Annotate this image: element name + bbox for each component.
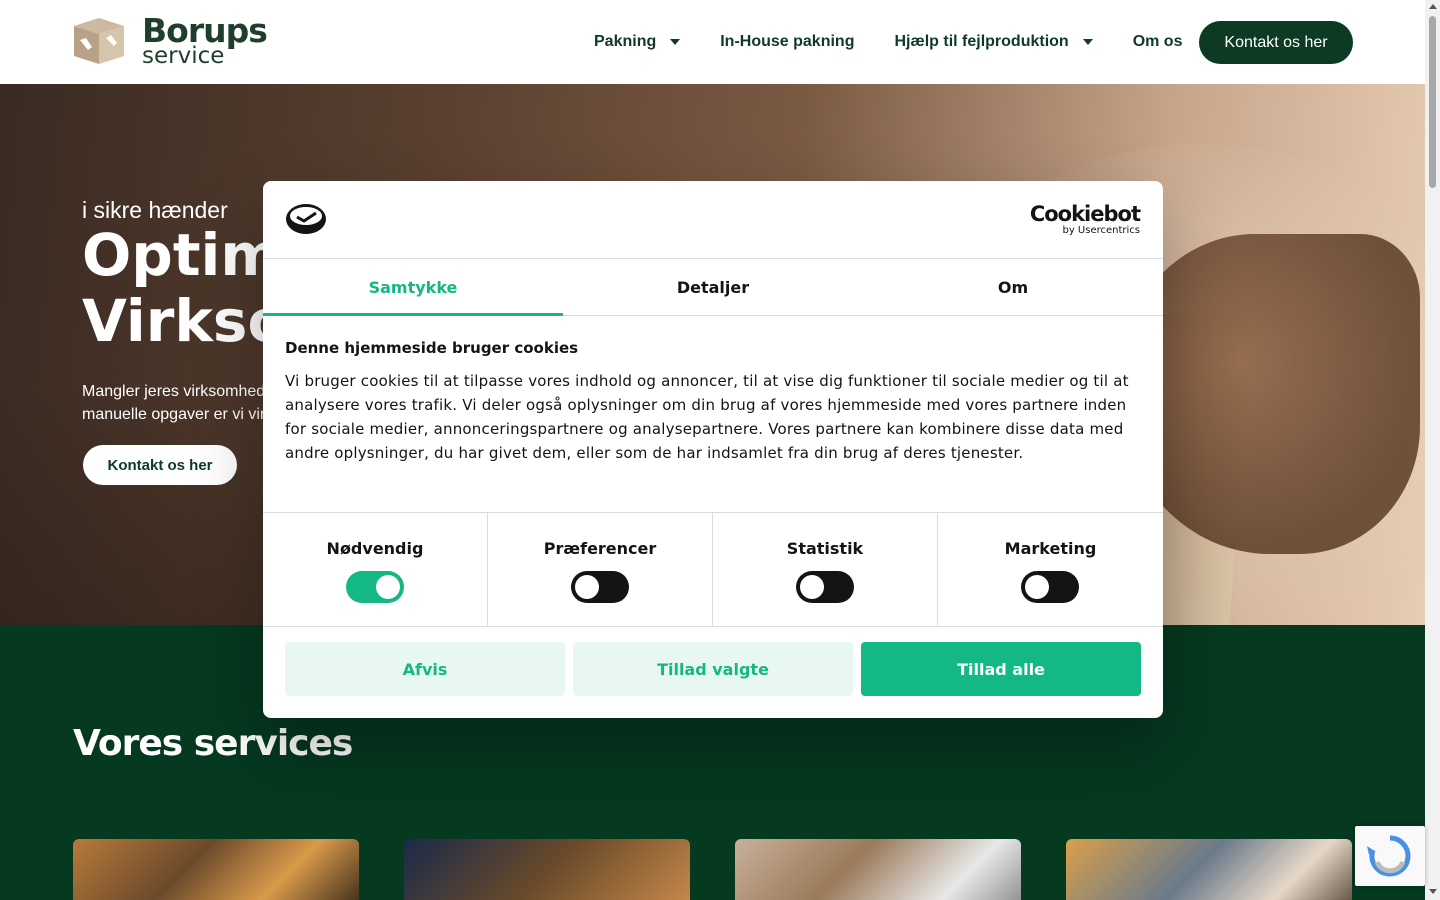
- cookie-dialog-actions: Afvis Tillad valgte Tillad alle: [285, 642, 1141, 696]
- cookiebot-brand-sub: by Usercentrics: [1062, 225, 1140, 236]
- page-scrollbar[interactable]: [1425, 0, 1440, 900]
- preferences-toggle[interactable]: [571, 571, 629, 603]
- toggle-label: Præferencer: [543, 539, 657, 558]
- toggle-knob: [376, 575, 400, 599]
- recaptcha-badge[interactable]: [1355, 826, 1425, 886]
- toggle-label: Marketing: [1004, 539, 1097, 558]
- toggle-group-marketing: Marketing: [938, 513, 1163, 626]
- cookie-dialog-body: Denne hjemmeside bruger cookies Vi bruge…: [285, 339, 1145, 465]
- toggle-knob: [800, 575, 824, 599]
- necessary-toggle[interactable]: [346, 571, 404, 603]
- cookie-dialog-header: Cookiebot by Usercentrics: [263, 181, 1163, 259]
- cookie-dialog-text: Vi bruger cookies til at tilpasse vores …: [285, 372, 1129, 462]
- cookie-dialog-heading: Denne hjemmeside bruger cookies: [285, 339, 579, 357]
- cookiebot-brand[interactable]: Cookiebot by Usercentrics: [1029, 202, 1141, 237]
- statistics-toggle[interactable]: [796, 571, 854, 603]
- toggle-knob: [1025, 575, 1049, 599]
- cookie-category-toggles: Nødvendig Præferencer Statistik Marketin…: [263, 512, 1163, 627]
- toggle-group-preferences: Præferencer: [488, 513, 713, 626]
- tab-om[interactable]: Om: [863, 259, 1163, 315]
- marketing-toggle[interactable]: [1021, 571, 1079, 603]
- allow-all-button[interactable]: Tillad alle: [861, 642, 1141, 696]
- scrollbar-thumb[interactable]: [1429, 16, 1436, 188]
- toggle-label: Statistik: [786, 539, 864, 558]
- toggle-group-necessary: Nødvendig: [263, 513, 488, 626]
- scroll-up-arrow-icon[interactable]: [1429, 4, 1437, 9]
- cookiebot-brand-name: Cookiebot: [1029, 202, 1141, 226]
- tab-samtykke[interactable]: Samtykke: [263, 259, 563, 316]
- cookiebot-icon: [285, 203, 327, 235]
- toggle-label: Nødvendig: [326, 539, 424, 558]
- cookie-consent-dialog: Cookiebot by Usercentrics Samtykke Detal…: [263, 181, 1163, 718]
- scroll-down-arrow-icon[interactable]: [1429, 889, 1437, 894]
- cookie-dialog-tabs: Samtykke Detaljer Om: [263, 259, 1163, 316]
- toggle-group-statistics: Statistik: [713, 513, 938, 626]
- toggle-knob: [575, 575, 599, 599]
- recaptcha-icon: [1367, 835, 1411, 877]
- allow-selected-button[interactable]: Tillad valgte: [573, 642, 853, 696]
- reject-button[interactable]: Afvis: [285, 642, 565, 696]
- tab-detaljer[interactable]: Detaljer: [563, 259, 863, 315]
